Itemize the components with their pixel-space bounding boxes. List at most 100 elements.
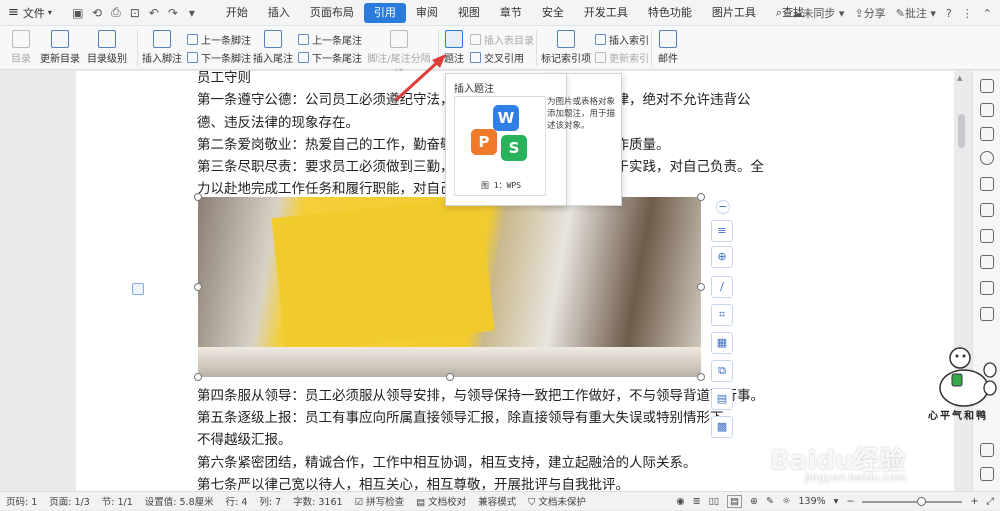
write-view-icon[interactable]: ✎ [766,496,774,507]
doc-protect-button[interactable]: ⛉ 文档未保护 [522,494,592,508]
resize-handle-sw[interactable] [194,373,202,381]
insert-table-of-figures-button[interactable]: 插入表目录 [470,32,534,47]
resize-handle-w[interactable] [194,283,202,291]
tab-home[interactable]: 开始 [216,3,258,23]
collapse-ribbon-icon[interactable]: ⌃ [983,7,992,20]
cloud-doc-icon[interactable] [980,203,994,217]
resize-handle-e[interactable] [697,283,705,291]
file-menu[interactable]: ≡ 文件 ▾ [0,5,60,21]
cloud-save-icon[interactable]: ⟲ [89,6,105,20]
tab-picture-tools[interactable]: 图片工具 [702,3,766,23]
insert-index-button[interactable]: 插入索引 [595,32,649,47]
share-button[interactable]: ⇪分享 [854,5,885,21]
print-icon[interactable]: ⎙ [108,5,124,20]
tab-review[interactable]: 审阅 [406,3,448,23]
sidebar-more-icon[interactable] [980,467,994,481]
location-icon[interactable] [980,151,994,165]
vertical-scrollbar-thumb[interactable] [958,114,965,148]
doc-line: 第五条逐级上报：员工有事应向所属直接领导汇报，除直接领导有重大失误或特别情形下， [197,410,737,427]
tab-security[interactable]: 安全 [532,3,574,23]
help-icon[interactable]: ? [946,7,952,20]
status-section[interactable]: 节: 1/1 [96,494,139,508]
web-view-icon[interactable]: ⊕ [750,496,758,507]
chevron-down-icon[interactable]: ▾ [834,496,839,507]
image-translate-icon[interactable]: ⧉ [711,360,733,382]
tab-view[interactable]: 视图 [448,3,490,23]
tab-section[interactable]: 章节 [490,3,532,23]
insert-endnote-button[interactable]: 插入尾注 [252,30,294,65]
chevron-down-icon[interactable]: ▾ [184,6,200,20]
resize-handle-ne[interactable] [697,193,705,201]
zoom-level[interactable]: 139% [799,496,826,507]
print-preview-icon[interactable]: ⊡ [127,6,143,20]
update-toc-button[interactable]: 更新目录 [40,30,80,65]
status-setting[interactable]: 设置值: 5.8厘米 [139,494,220,508]
mark-index-button[interactable]: 标记索引项 [541,30,591,65]
tab-features[interactable]: 特色功能 [638,3,702,23]
focus-view-icon[interactable]: ☼ [782,496,791,507]
collapse-icon[interactable]: − [716,200,730,214]
shapes-icon[interactable] [980,177,994,191]
status-page-number[interactable]: 页码: 1 [0,494,43,508]
image-to-doc-icon[interactable]: ▤ [711,388,733,410]
zoom-slider[interactable] [862,496,963,506]
zoom-icon[interactable]: ⊕ [711,246,733,268]
more-icon[interactable]: ⋮ [962,7,973,20]
page-view-icon[interactable]: ▤ [727,495,743,508]
next-footnote-button[interactable]: 下一条脚注 [187,50,251,65]
next-endnote-button[interactable]: 下一条尾注 [298,50,362,65]
help-sidebar-icon[interactable] [980,307,994,321]
crop-icon[interactable]: ⌗ [711,304,733,326]
comment-button[interactable]: ✎批注 ▾ [896,5,936,21]
layout-options-icon[interactable]: ≡ [711,220,733,242]
zoom-out-icon[interactable]: − [846,496,854,507]
eye-icon[interactable]: ◉ [676,496,684,507]
fit-window-icon[interactable]: ⤢ [986,496,994,507]
resize-handle-se[interactable] [697,373,705,381]
prev-footnote-button[interactable]: 上一条脚注 [187,32,251,47]
status-pages[interactable]: 页面: 1/3 [43,494,96,508]
sidebar-collapse-icon[interactable] [980,79,994,93]
status-words[interactable]: 字数: 3161 [287,494,348,508]
resize-handle-s[interactable] [446,373,454,381]
save-icon[interactable]: ▣ [70,6,86,20]
mail-button[interactable]: 邮件 [655,30,681,65]
selected-image[interactable] [198,197,701,377]
settings-icon[interactable] [980,255,994,269]
outline-view-icon[interactable]: ≣ [693,496,701,507]
backup-icon[interactable] [980,281,994,295]
toc-button[interactable]: 目录 [8,30,34,65]
extract-text-icon[interactable]: ▦ [711,332,733,354]
cutout-icon[interactable]: ∕ [711,276,733,298]
quick-access-toolbar: ▣ ⟲ ⎙ ⊡ ↶ ↷ ▾ [70,5,200,20]
update-index-button[interactable]: 更新索引 [595,50,649,65]
style-icon[interactable] [980,103,994,117]
status-row[interactable]: 行: 4 [220,494,254,508]
resize-handle-nw[interactable] [194,193,202,201]
cross-reference-button[interactable]: 交叉引用 [470,50,524,65]
table-icon[interactable] [980,229,994,243]
insert-footnote-button[interactable]: 插入脚注 [141,30,183,65]
tab-insert[interactable]: 插入 [258,3,300,23]
tab-layout[interactable]: 页面布局 [300,3,364,23]
tab-references[interactable]: 引用 [363,2,406,23]
zoom-slider-knob[interactable] [917,496,927,506]
read-view-icon[interactable]: ▯▯ [709,496,719,507]
feedback-icon[interactable] [980,443,994,457]
prev-endnote-button[interactable]: 上一条尾注 [298,32,362,47]
paragraph-marker-icon[interactable] [132,283,144,295]
proof-icon: ▤ [416,497,429,508]
spell-check-button[interactable]: ☑ 拼写检查 [349,494,411,508]
redo-icon[interactable]: ↷ [165,6,181,20]
zoom-in-icon[interactable]: + [970,496,978,507]
sync-status[interactable]: ☁未同步 ▾ [791,5,844,21]
separator-icon [390,30,408,48]
status-col[interactable]: 列: 7 [253,494,287,508]
scroll-up-icon[interactable]: ▲ [957,74,962,82]
toc-level-button[interactable]: 目录级别 [84,30,130,65]
tab-developer[interactable]: 开发工具 [574,3,638,23]
undo-icon[interactable]: ↶ [146,6,162,20]
select-icon[interactable] [980,127,994,141]
more-image-tools-icon[interactable]: ▩ [711,416,733,438]
doc-proof-button[interactable]: ▤ 文档校对 [410,494,472,508]
